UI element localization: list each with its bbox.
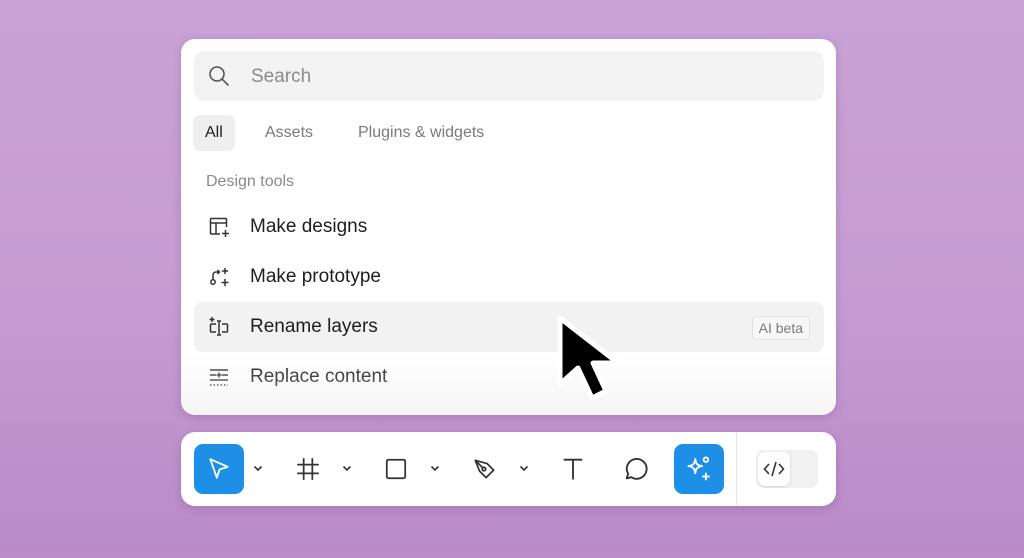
pen-tool-button[interactable] [460,444,510,494]
text-icon [563,458,583,480]
toolbar-divider [736,432,737,506]
shape-tool-button[interactable] [371,444,421,494]
code-icon [763,461,785,477]
search-icon [209,66,229,86]
menu-item-replace-content[interactable]: Replace content [194,352,824,402]
actions-tool-button[interactable] [674,444,724,494]
text-tool-button[interactable] [548,444,598,494]
menu-item-label: Rename layers [250,316,378,337]
chevron-down-icon[interactable] [251,461,265,475]
mouse-pointer-icon [557,315,621,401]
ai-beta-badge: AI beta [751,316,810,340]
menu-item-label: Make prototype [250,266,381,287]
design-toolbar [181,432,836,506]
quick-actions-panel: All Assets Plugins & widgets Design tool… [181,39,836,415]
menu-item-make-designs[interactable]: Make designs [194,202,824,252]
frame-tool-button[interactable] [283,444,333,494]
make-designs-icon [209,217,229,237]
section-label-design-tools: Design tools [206,173,295,190]
chevron-down-icon[interactable] [428,461,442,475]
move-tool-button[interactable] [194,444,244,494]
tab-assets[interactable]: Assets [253,115,325,151]
replace-content-icon [210,369,228,386]
comment-icon [625,457,648,480]
tab-all[interactable]: All [193,115,235,151]
comment-tool-button[interactable] [611,444,661,494]
make-prototype-icon [210,268,229,286]
chevron-down-icon[interactable] [340,461,354,475]
menu-item-rename-layers[interactable]: Rename layers AI beta [194,302,824,352]
tab-plugins-widgets[interactable]: Plugins & widgets [346,115,496,151]
rectangle-icon [385,458,407,480]
pen-icon [474,459,495,479]
menu-item-make-prototype[interactable]: Make prototype [194,252,824,302]
dev-mode-knob [758,452,790,486]
move-cursor-icon [209,458,229,479]
chevron-down-icon[interactable] [517,461,531,475]
search-bar[interactable] [194,51,824,103]
menu-item-label: Replace content [250,366,388,387]
search-input[interactable] [249,51,813,103]
ai-sparkle-icon [687,456,710,481]
menu-item-label: Make designs [250,216,368,237]
dev-mode-toggle[interactable] [756,450,818,488]
frame-icon [297,458,319,480]
rename-layers-icon [209,317,229,336]
